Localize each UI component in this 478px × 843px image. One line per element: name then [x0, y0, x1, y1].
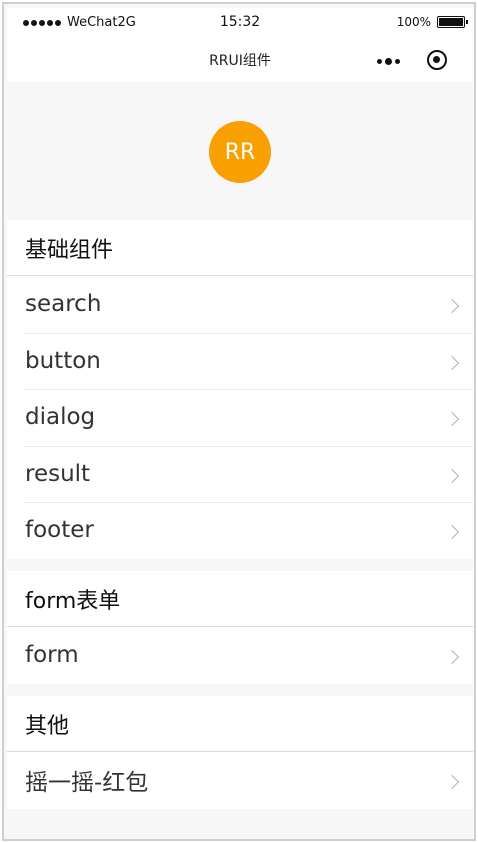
chevron-right-icon [444, 355, 460, 370]
battery-percent: 100% [396, 15, 431, 29]
window-frame: WeChat 2G 15:32 100% RRUI组件 RR 基础组件 searc… [2, 2, 476, 841]
list-item-button[interactable]: button [7, 332, 473, 390]
nav-bar: RRUI组件 [7, 36, 473, 82]
status-bar: WeChat 2G 15:32 100% [7, 8, 473, 36]
section-other: 其他 摇一摇-红包 [7, 696, 473, 809]
list-item-label: 摇一摇-红包 [25, 770, 149, 797]
list-item-form[interactable]: form [7, 627, 473, 684]
page-title: RRUI组件 [209, 53, 271, 69]
list-item-result[interactable]: result [7, 445, 473, 503]
close-miniprogram-icon[interactable] [427, 50, 447, 70]
section-title: 基础组件 [7, 220, 473, 276]
section-title: 其他 [7, 696, 473, 752]
profile-header: RR [7, 82, 473, 220]
more-options-icon[interactable] [377, 58, 400, 65]
list-item-label: result [25, 460, 91, 487]
chevron-right-icon [444, 299, 460, 314]
chevron-right-icon [444, 412, 460, 427]
chevron-right-icon [444, 775, 460, 790]
list-item-label: search [25, 291, 102, 318]
list-item-label: button [25, 347, 101, 374]
battery-icon [437, 16, 468, 28]
list-item-label: dialog [25, 404, 96, 431]
chevron-right-icon [444, 525, 460, 540]
avatar: RR [209, 121, 271, 183]
section-basic-components: 基础组件 search button dialog result footer [7, 220, 473, 559]
section-title: form表单 [7, 571, 473, 627]
section-form: form表单 form [7, 571, 473, 684]
list-item-search[interactable]: search [7, 276, 473, 333]
battery-indicator: 100% [396, 15, 468, 29]
list-item-shake-red-packet[interactable]: 摇一摇-红包 [7, 752, 473, 809]
list-item-footer[interactable]: footer [7, 502, 473, 559]
phone-screen: WeChat 2G 15:32 100% RRUI组件 RR 基础组件 searc… [7, 8, 473, 836]
chevron-right-icon [444, 650, 460, 665]
chevron-right-icon [444, 468, 460, 483]
list-item-label: form [25, 642, 79, 669]
list-item-dialog[interactable]: dialog [7, 389, 473, 446]
list-item-label: footer [25, 517, 94, 544]
